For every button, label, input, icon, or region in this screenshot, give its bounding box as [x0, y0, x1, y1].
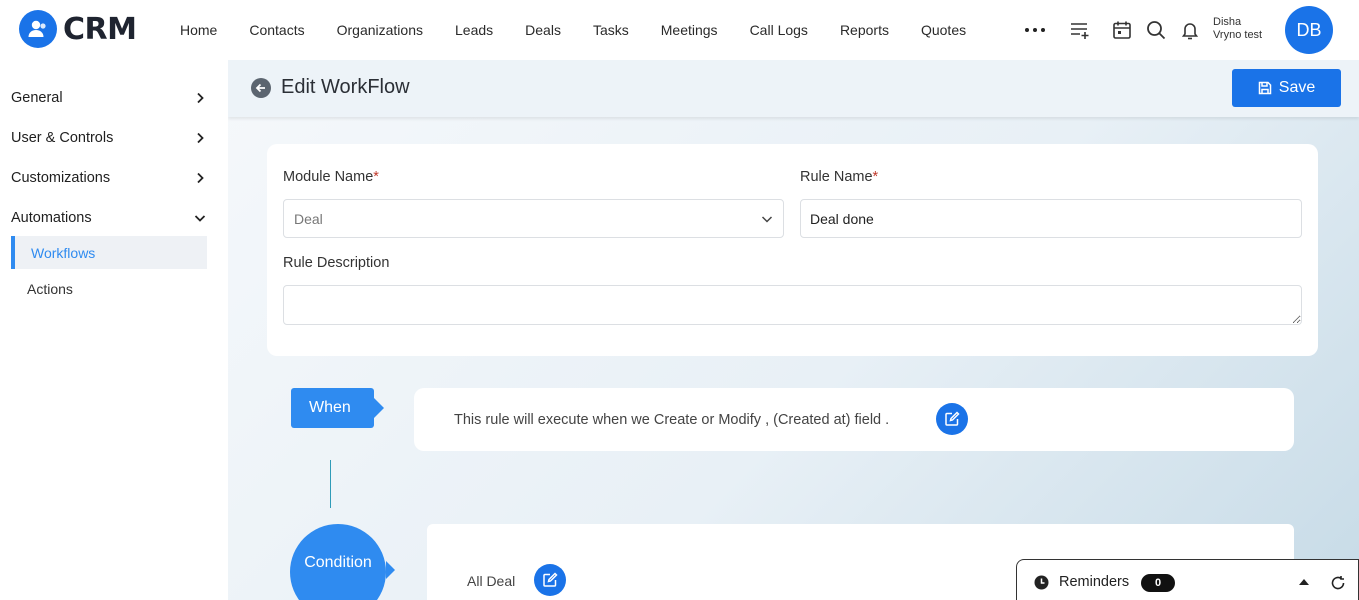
user-name[interactable]: Disha Vryno test: [1213, 16, 1262, 42]
required-mark: *: [373, 169, 379, 185]
nav-home[interactable]: Home: [180, 22, 217, 38]
logo-text: CRM: [63, 11, 137, 47]
sidebar-item-actions[interactable]: Actions: [11, 272, 207, 305]
nav-reports[interactable]: Reports: [840, 22, 889, 38]
rule-name-label: Rule Name*: [800, 169, 878, 185]
chevron-down-icon: [761, 215, 773, 223]
user-first-name: Disha: [1213, 16, 1242, 28]
sidebar-group-label: User & Controls: [11, 130, 114, 146]
chevron-right-icon: [197, 92, 204, 104]
edit-when-button[interactable]: [936, 403, 968, 435]
refresh-icon[interactable]: [1330, 575, 1346, 591]
module-name-value: Deal: [294, 210, 323, 227]
sidebar-group-label: Automations: [11, 210, 92, 226]
rule-name-input[interactable]: [800, 199, 1302, 238]
rule-description-textarea[interactable]: [283, 285, 1302, 325]
user-org: Vryno test: [1213, 29, 1263, 41]
nav-quotes[interactable]: Quotes: [921, 22, 966, 38]
workflow-form-card: Module Name* Deal Rule Name* Rule Descri…: [267, 144, 1318, 356]
settings-sidebar: General User & Controls Customizations A…: [0, 60, 228, 600]
when-card: This rule will execute when we Create or…: [414, 388, 1294, 451]
app-logo[interactable]: CRM: [19, 10, 137, 48]
edit-icon: [945, 411, 960, 426]
more-icon[interactable]: [1025, 22, 1045, 38]
search-icon[interactable]: [1144, 18, 1168, 42]
module-name-label: Module Name*: [283, 169, 379, 185]
sidebar-group-general[interactable]: General: [11, 86, 206, 110]
condition-tag: Condition: [290, 524, 395, 600]
floppy-disk-icon: [1258, 81, 1272, 95]
nav-contacts[interactable]: Contacts: [249, 22, 304, 38]
when-tag: When: [291, 388, 384, 428]
sidebar-group-customizations[interactable]: Customizations: [11, 166, 206, 190]
nav-leads[interactable]: Leads: [455, 22, 493, 38]
nav-deals[interactable]: Deals: [525, 22, 561, 38]
chevron-right-icon: [197, 172, 204, 184]
reminders-label: Reminders: [1059, 574, 1130, 590]
nav-call-logs[interactable]: Call Logs: [750, 22, 808, 38]
sidebar-item-workflows[interactable]: Workflows: [11, 236, 207, 269]
module-name-label-text: Module Name: [283, 169, 374, 185]
caret-up-icon[interactable]: [1299, 579, 1309, 585]
page-header: Edit WorkFlow Save: [228, 60, 1359, 117]
clock-icon: [1034, 575, 1049, 590]
sidebar-group-user-controls[interactable]: User & Controls: [11, 126, 206, 150]
nav-organizations[interactable]: Organizations: [337, 22, 423, 38]
main-content: Edit WorkFlow Save Module Name* Deal Rul…: [228, 60, 1359, 600]
sidebar-group-label: Customizations: [11, 170, 111, 186]
rule-name-label-text: Rule Name: [800, 169, 873, 185]
add-list-icon[interactable]: [1068, 18, 1092, 42]
page-title: Edit WorkFlow: [281, 76, 410, 98]
condition-text: All Deal: [467, 573, 516, 589]
edit-icon: [543, 572, 558, 587]
back-arrow-icon[interactable]: [251, 78, 271, 98]
chevron-right-icon: [197, 132, 204, 144]
main-nav: Home Contacts Organizations Leads Deals …: [180, 0, 998, 60]
nav-meetings[interactable]: Meetings: [661, 22, 718, 38]
module-name-select[interactable]: Deal: [283, 199, 784, 238]
avatar[interactable]: DB: [1285, 6, 1333, 54]
rule-description-label: Rule Description: [283, 255, 390, 271]
required-mark: *: [872, 169, 879, 185]
edit-condition-button[interactable]: [534, 564, 566, 596]
chevron-down-icon: [194, 215, 206, 222]
nav-tasks[interactable]: Tasks: [593, 22, 629, 38]
reminders-count-badge: 0: [1141, 574, 1175, 592]
bell-icon[interactable]: [1178, 18, 1202, 42]
top-navbar: CRM Home Contacts Organizations Leads De…: [0, 0, 1359, 60]
reminders-panel[interactable]: Reminders 0: [1016, 559, 1359, 600]
calendar-icon[interactable]: [1110, 18, 1134, 42]
sidebar-group-automations[interactable]: Automations: [11, 206, 206, 230]
sidebar-group-label: General: [11, 90, 63, 106]
when-rule-text: This rule will execute when we Create or…: [454, 412, 890, 428]
save-label: Save: [1278, 79, 1316, 96]
flow-connector: [330, 460, 331, 508]
user-group-icon: [19, 10, 57, 48]
save-button[interactable]: Save: [1232, 69, 1341, 107]
